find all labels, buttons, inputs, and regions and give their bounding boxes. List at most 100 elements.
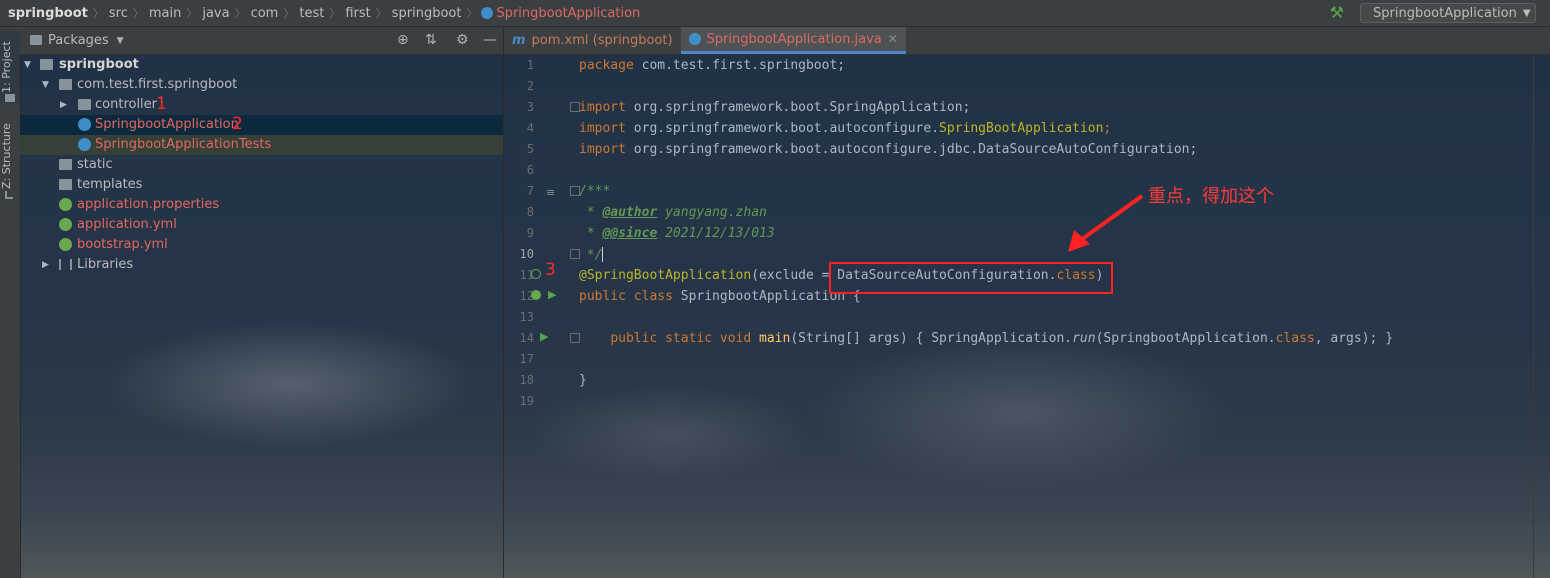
tree-item-static[interactable]: static [20,155,503,175]
annotation-type: SpringBootApplication [939,121,1104,136]
code-text: org.springframework.boot.autoconfigure. [625,121,940,136]
line-number: 11 [519,268,534,282]
tree-item-springbootapplication[interactable]: SpringbootApplication 2 [20,114,503,135]
chevron-right-icon: 〉 [466,7,478,20]
line-number: 17 [519,352,534,366]
chevron-right-icon: 〉 [186,7,198,20]
tab-pom-xml[interactable]: m pom.xml (springboot) [504,27,681,54]
build-hammer-icon[interactable]: ⚒ [1330,3,1344,22]
project-panel: Packages ▼ ⊕ ⇅ ⚙ — ▼ springboot ▼ com.te… [20,27,504,578]
breadcrumb-item-springboot[interactable]: springboot [388,6,466,21]
chevron-right-icon: 〉 [92,7,104,20]
tab-springbootapplication-java[interactable]: SpringbootApplication.java ✕ [680,27,906,54]
tree-item-springboot[interactable]: ▼ springboot [20,55,503,75]
project-tree: ▼ springboot ▼ com.test.first.springboot… [20,55,503,275]
keyword: public class [579,289,673,304]
keyword: package [579,58,634,73]
breadcrumb-item-java[interactable]: java [198,6,233,21]
chevron-right-icon: 〉 [375,7,387,20]
collapse-arrow-icon[interactable]: ▶ [42,255,54,275]
code-line-14: public static void main(String[] args) {… [579,331,1393,346]
folder-icon [59,179,72,190]
spring-config-icon [59,218,72,231]
editor-gutter: 1 2 3 4 5 6 7 8 9 10 11 12 13 14 17 18 1… [504,55,572,578]
breadcrumb-item-test[interactable]: test [295,6,328,21]
comment: 2021/12/13/013 [657,226,775,241]
folder-icon [5,94,15,102]
annotation-marker: 1 [156,94,167,114]
spring-class-icon [481,7,494,19]
keyword: public static void [610,331,752,346]
tree-item-label: controller [95,97,158,112]
code-text: (String[] args) { SpringApplication. [790,331,1073,346]
expand-arrow-icon[interactable]: ▼ [42,75,54,95]
code-line-5: import org.springframework.boot.autoconf… [579,142,1197,157]
tree-item-templates[interactable]: templates [20,175,503,195]
libraries-icon [59,259,72,270]
code-line-9: * @@since 2021/12/13/013 [579,226,775,241]
line-number: 14 [519,331,534,345]
tree-item-label: templates [77,177,143,192]
breadcrumb-item-class[interactable]: SpringbootApplication [496,6,644,21]
line-number: 19 [519,394,534,408]
breadcrumb-item-com[interactable]: com [247,6,283,21]
spring-bean-gutter-icon[interactable] [531,269,541,279]
view-selector[interactable]: Packages [48,33,109,48]
line-number: 12 [519,289,534,303]
run-icon[interactable]: ▶ [540,330,548,343]
tree-item-label: static [77,157,113,172]
chevron-right-icon: 〉 [329,7,341,20]
annotation: @SpringBootApplication [579,268,752,283]
left-tool-strip: 1: Project Z: Structure [0,27,21,578]
tree-item-label: application.properties [77,197,220,212]
tree-item-label: com.test.first.springboot [77,77,238,92]
breadcrumb-item-src[interactable]: src [105,6,132,21]
chevron-down-icon[interactable]: ▼ [117,36,124,46]
expand-arrow-icon[interactable]: ▼ [24,55,36,75]
breadcrumb-item-project[interactable]: springboot [0,6,92,21]
tree-item-controller[interactable]: ▶ controller 1 [20,94,503,115]
tab-project-label: 1: Project [0,41,13,93]
tree-item-springbootapplicationtests[interactable]: SpringbootApplicationTests [20,135,503,155]
folder-icon [59,159,72,170]
tree-item-label: application.yml [77,217,177,232]
comment: yangyang.zhan [657,205,767,220]
run-icon[interactable]: ▶ [548,288,556,301]
callout-arrow [1068,194,1144,252]
structure-icon [5,191,13,199]
code-text: , args); } [1314,331,1394,346]
tree-item-libraries[interactable]: ▶ Libraries [20,255,503,275]
code-text: com.test.first.springboot; [633,58,846,73]
right-margin-guide [1533,55,1534,578]
tab-structure[interactable]: Z: Structure [0,121,20,191]
code-line-1: package com.test.first.springboot; [579,58,845,73]
maven-icon: m [512,33,526,48]
spring-test-class-icon [78,138,91,151]
spring-bean-gutter-icon[interactable] [531,290,541,300]
line-number: 1 [526,58,534,72]
run-configuration-dropdown[interactable]: SpringbootApplication ▼ [1360,3,1536,23]
breadcrumb-item-main[interactable]: main [145,6,185,21]
doc-comment-icon[interactable]: ≡ [546,186,555,199]
breadcrumb-item-first[interactable]: first [341,6,374,21]
collapse-all-icon[interactable]: ⇅ [425,32,437,48]
comment: * [579,226,603,241]
keyword: class [1275,331,1315,346]
tree-item-application-properties[interactable]: application.properties [20,195,503,215]
minimize-icon[interactable]: — [483,32,497,48]
locate-icon[interactable]: ⊕ [397,32,409,48]
close-icon[interactable]: ✕ [888,32,898,46]
tab-project[interactable]: 1: Project [0,31,20,103]
annotation-marker: 3 [545,260,556,280]
collapse-arrow-icon[interactable]: ▶ [60,95,72,115]
tab-label: SpringbootApplication.java [706,31,882,47]
tree-item-label: bootstrap.yml [77,237,168,252]
tree-item-bootstrap-yml[interactable]: bootstrap.yml [20,235,503,255]
code-text: org.springframework.boot.autoconfigure.j… [625,142,1198,157]
run-configuration-label: SpringbootApplication [1373,5,1517,21]
folder-icon [30,35,42,45]
gear-icon[interactable]: ⚙ [456,32,469,48]
text-cursor [602,247,604,262]
tree-item-application-yml[interactable]: application.yml [20,215,503,235]
tree-item-package[interactable]: ▼ com.test.first.springboot [20,75,503,95]
